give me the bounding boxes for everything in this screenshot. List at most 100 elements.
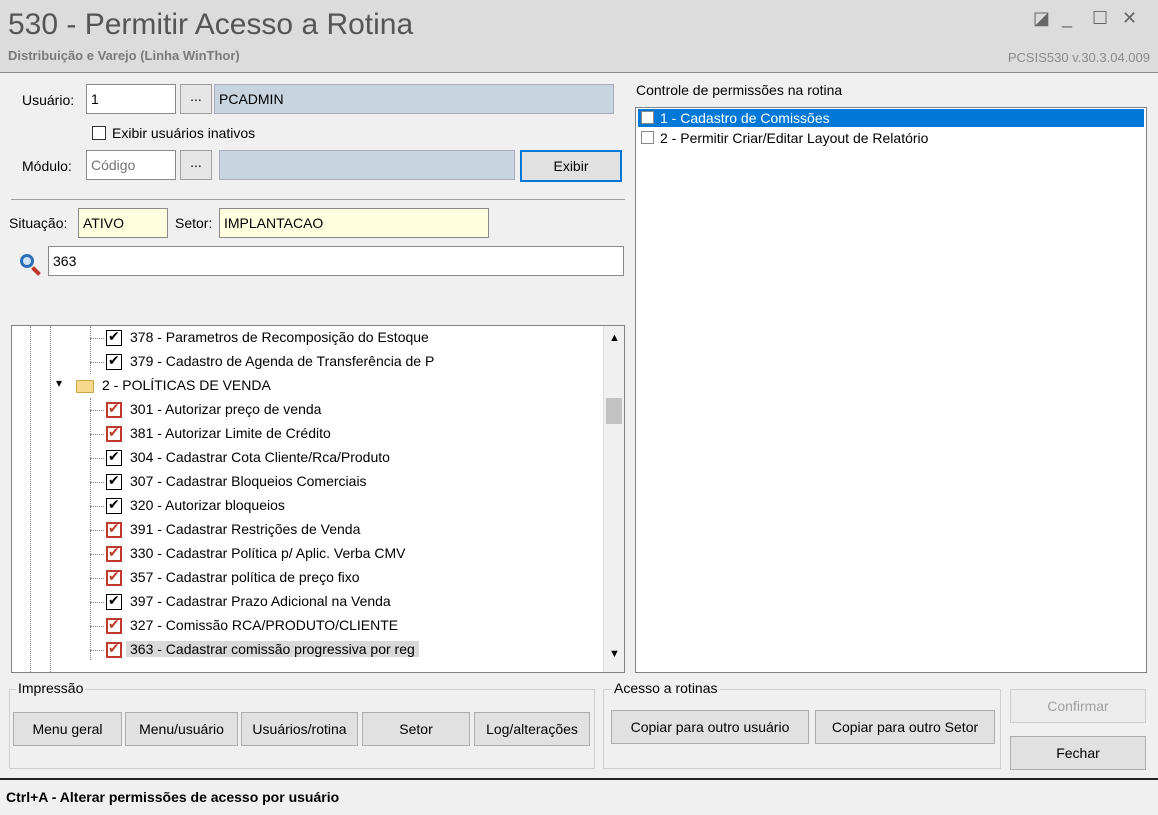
- check-icon: ✔: [108, 520, 120, 536]
- tree-connector: [90, 458, 104, 459]
- permission-item-label: 1 - Cadastro de Comissões: [660, 110, 830, 126]
- tree-item-label: 363 - Cadastrar comissão progressiva por…: [126, 641, 419, 657]
- tree-folder-label: 2 - POLÍTICAS DE VENDA: [102, 377, 271, 393]
- tree-item-row[interactable]: ✔ 301 - Autorizar preço de venda: [12, 398, 602, 422]
- search-input[interactable]: [48, 246, 624, 276]
- tree-item-row[interactable]: ✔ 327 - Comissão RCA/PRODUTO/CLIENTE: [12, 614, 602, 638]
- usuarios-rotina-button[interactable]: Usuários/rotina: [241, 712, 358, 746]
- tree-item-label: 330 - Cadastrar Política p/ Aplic. Verba…: [130, 545, 406, 561]
- tree-item-checkbox[interactable]: ✔: [106, 400, 122, 418]
- status-bar: Ctrl+A - Alterar permissões de acesso po…: [0, 778, 1158, 815]
- permission-checkbox[interactable]: [641, 131, 654, 144]
- tree-item-checkbox[interactable]: ✔: [106, 520, 122, 538]
- tree-item-row[interactable]: ✔ 391 - Cadastrar Restrições de Venda: [12, 518, 602, 542]
- check-icon: ✔: [108, 496, 120, 512]
- check-icon: ✔: [108, 424, 120, 440]
- tree-item-row[interactable]: ✔ 304 - Cadastrar Cota Cliente/Rca/Produt…: [12, 446, 602, 470]
- tree-item-label: 304 - Cadastrar Cota Cliente/Rca/Produto: [130, 449, 390, 465]
- close-button[interactable]: ✕: [1122, 8, 1137, 29]
- modulo-lookup-button[interactable]: ...: [180, 150, 212, 180]
- check-icon: ✔: [108, 448, 120, 464]
- menu-usuario-button[interactable]: Menu/usuário: [125, 712, 238, 746]
- scroll-down-icon[interactable]: ▼: [609, 648, 620, 660]
- permission-item[interactable]: 1 - Cadastro de Comissões: [638, 109, 1144, 127]
- tree-item-checkbox[interactable]: ✔: [106, 328, 122, 346]
- check-icon: ✔: [108, 472, 120, 488]
- menu-geral-button[interactable]: Menu geral: [13, 712, 122, 746]
- tree-item-checkbox[interactable]: ✔: [106, 352, 122, 370]
- usuario-lookup-button[interactable]: ...: [180, 84, 212, 114]
- permission-item[interactable]: 2 - Permitir Criar/Editar Layout de Rela…: [638, 129, 1144, 147]
- routine-tree[interactable]: ✔ 378 - Parametros de Recomposição do Est…: [11, 325, 625, 673]
- fechar-button[interactable]: Fechar: [1010, 736, 1146, 770]
- search-icon: [20, 254, 34, 268]
- tree-scrollbar[interactable]: ▲ ▼: [603, 326, 624, 672]
- tree-connector: [90, 338, 104, 339]
- tree-item-checkbox[interactable]: ✔: [106, 424, 122, 442]
- tree-connector: [90, 530, 104, 531]
- inativos-checkbox[interactable]: [92, 126, 106, 140]
- log-alteracoes-button[interactable]: Log/alterações: [474, 712, 590, 746]
- usuario-code-input[interactable]: [86, 84, 176, 114]
- tree-item-row[interactable]: ✔ 381 - Autorizar Limite de Crédito: [12, 422, 602, 446]
- setor-button[interactable]: Setor: [362, 712, 470, 746]
- usuario-label: Usuário:: [22, 92, 75, 108]
- inativos-label: Exibir usuários inativos: [112, 125, 256, 141]
- exibir-button[interactable]: Exibir: [520, 150, 622, 182]
- form-divider: [11, 199, 625, 200]
- title-bar: 530 - Permitir Acesso a Rotina Distribui…: [0, 0, 1158, 73]
- check-icon: ✔: [108, 352, 120, 368]
- tree-item-label: 357 - Cadastrar política de preço fixo: [130, 569, 360, 585]
- tree-item-row[interactable]: ✔ 307 - Cadastrar Bloqueios Comerciais: [12, 470, 602, 494]
- tree-item-checkbox[interactable]: ✔: [106, 544, 122, 562]
- usuario-name-field: [214, 84, 614, 114]
- check-icon: ✔: [108, 568, 120, 584]
- tree-item-checkbox[interactable]: ✔: [106, 472, 122, 490]
- folder-icon: [76, 380, 94, 393]
- tree-connector: [90, 626, 104, 627]
- window-title: 530 - Permitir Acesso a Rotina: [8, 8, 414, 41]
- check-icon: ✔: [108, 640, 120, 656]
- tree-folder-row[interactable]: ▾ 2 - POLÍTICAS DE VENDA: [12, 374, 602, 398]
- tree-connector: [90, 650, 104, 651]
- restore-icon[interactable]: ◪: [1033, 8, 1050, 29]
- tree-item-row[interactable]: ✔ 357 - Cadastrar política de preço fixo: [12, 566, 602, 590]
- situacao-label: Situação:: [9, 215, 68, 231]
- situacao-field: [78, 208, 168, 238]
- tree-item-row[interactable]: ✔ 330 - Cadastrar Política p/ Aplic. Verb…: [12, 542, 602, 566]
- tree-connector: [90, 362, 104, 363]
- check-icon: ✔: [108, 616, 120, 632]
- minimize-button[interactable]: _: [1062, 8, 1072, 29]
- check-icon: ✔: [108, 328, 120, 344]
- modulo-code-input[interactable]: [86, 150, 176, 180]
- tree-item-checkbox[interactable]: ✔: [106, 592, 122, 610]
- tree-connector: [90, 482, 104, 483]
- tree-item-row[interactable]: ✔ 379 - Cadastro de Agenda de Transferênc…: [12, 350, 602, 374]
- tree-item-row[interactable]: ✔ 320 - Autorizar bloqueios: [12, 494, 602, 518]
- permissions-title: Controle de permissões na rotina: [636, 82, 843, 98]
- confirmar-button[interactable]: Confirmar: [1010, 689, 1146, 723]
- maximize-button[interactable]: ☐: [1092, 8, 1108, 29]
- permission-checkbox[interactable]: [641, 111, 654, 124]
- tree-item-row[interactable]: ✔ 397 - Cadastrar Prazo Adicional na Vend…: [12, 590, 602, 614]
- tree-item-label: 381 - Autorizar Limite de Crédito: [130, 425, 331, 441]
- tree-item-row[interactable]: ✔ 378 - Parametros de Recomposição do Est…: [12, 326, 602, 350]
- tree-item-checkbox[interactable]: ✔: [106, 640, 122, 658]
- tree-item-label: 320 - Autorizar bloqueios: [130, 497, 285, 513]
- copiar-setor-button[interactable]: Copiar para outro Setor: [815, 710, 995, 744]
- scroll-up-icon[interactable]: ▲: [609, 332, 620, 344]
- tree-item-checkbox[interactable]: ✔: [106, 568, 122, 586]
- scroll-thumb[interactable]: [606, 398, 622, 424]
- copiar-usuario-button[interactable]: Copiar para outro usuário: [611, 710, 809, 744]
- tree-item-label: 307 - Cadastrar Bloqueios Comerciais: [130, 473, 367, 489]
- tree-item-checkbox[interactable]: ✔: [106, 496, 122, 514]
- window-subtitle: Distribuição e Varejo (Linha WinThor): [8, 48, 240, 63]
- tree-item-checkbox[interactable]: ✔: [106, 616, 122, 634]
- tree-connector: [90, 434, 104, 435]
- tree-item-label: 378 - Parametros de Recomposição do Esto…: [130, 329, 429, 345]
- tree-item-row[interactable]: ✔ 363 - Cadastrar comissão progressiva po…: [12, 638, 602, 662]
- tree-connector: [90, 578, 104, 579]
- permissions-list[interactable]: 1 - Cadastro de Comissões 2 - Permitir C…: [635, 107, 1147, 673]
- chevron-down-icon[interactable]: ▾: [56, 376, 62, 390]
- tree-item-checkbox[interactable]: ✔: [106, 448, 122, 466]
